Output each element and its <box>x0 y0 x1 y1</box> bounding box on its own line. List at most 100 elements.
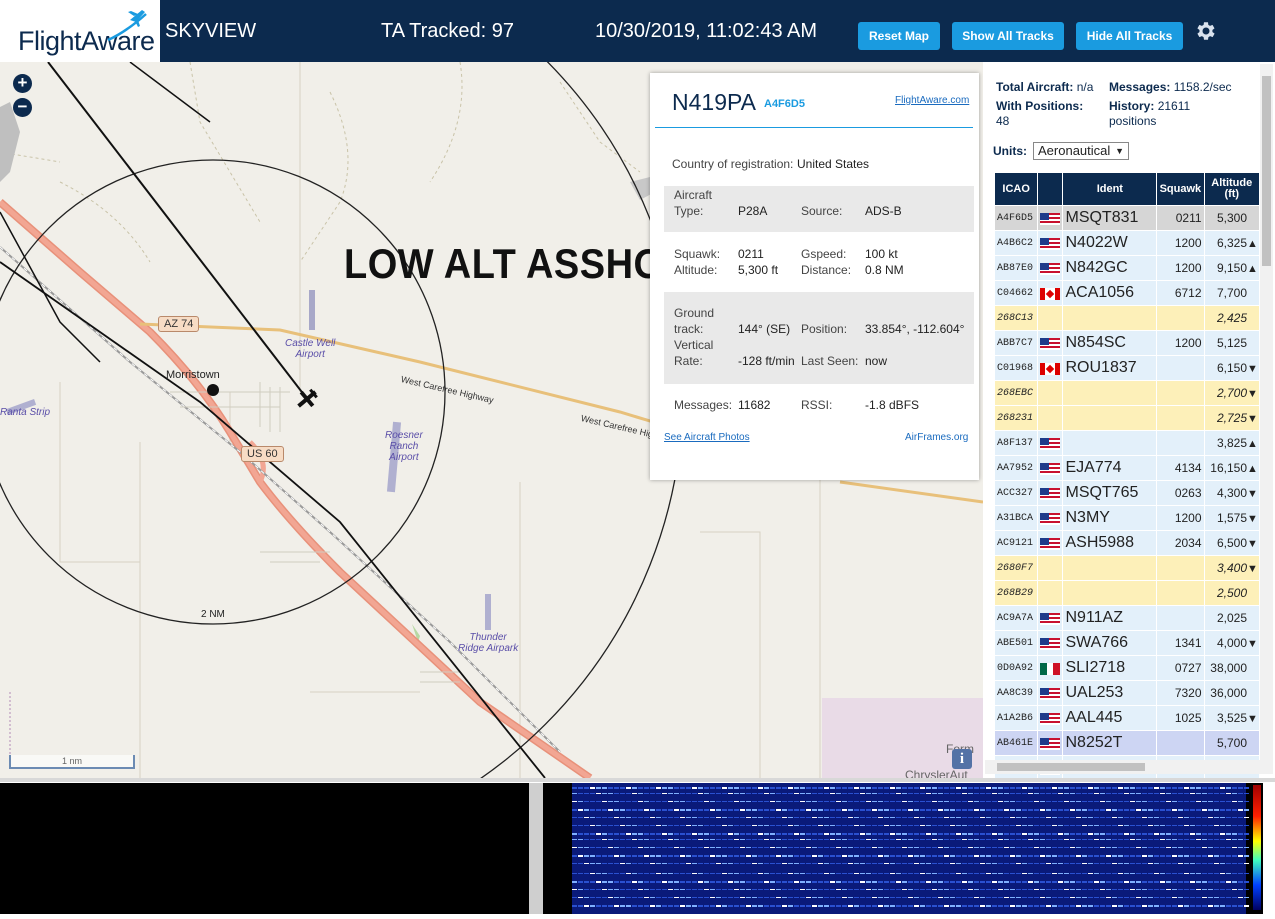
waterfall-streak <box>794 825 799 826</box>
waterfall-streak <box>824 833 829 835</box>
table-row[interactable]: ABE501 SWA766 1341 4,000▼ <box>995 631 1259 655</box>
chevron-down-icon: ▼ <box>1115 146 1124 156</box>
waterfall-streak <box>950 881 955 883</box>
waterfall-streak <box>1070 863 1075 864</box>
waterfall-streak <box>698 839 703 840</box>
panel-divider[interactable] <box>529 783 543 914</box>
table-row[interactable]: AA8C39 UAL253 7320 36,000 <box>995 681 1259 705</box>
waterfall-streak <box>1106 833 1111 835</box>
gear-icon[interactable] <box>1194 19 1218 43</box>
table-row[interactable]: A31BCA N3MY 1200 1,575▼ <box>995 506 1259 530</box>
table-row[interactable]: A1A2B6 AAL445 1025 3,525▼ <box>995 706 1259 730</box>
waterfall-streak <box>710 793 715 794</box>
table-row[interactable]: AC9121 ASH5988 2034 6,500▼ <box>995 531 1259 555</box>
column-header-icao[interactable]: ICAO <box>995 173 1038 205</box>
waterfall-streak <box>1232 817 1237 818</box>
aircraft-photos-link[interactable]: See Aircraft Photos <box>664 430 750 446</box>
waterfall-streak <box>866 787 871 789</box>
scrollbar-thumb[interactable] <box>997 763 1145 771</box>
waterfall-streak <box>752 889 757 890</box>
waterfall-streak <box>1106 847 1111 848</box>
waterfall-streak <box>608 863 613 864</box>
table-row[interactable]: 268EBC 2,700▼ <box>995 381 1259 405</box>
waterfall-streak <box>878 809 883 811</box>
column-header-ident[interactable]: Ident <box>1063 173 1157 205</box>
waterfall-streak <box>1094 863 1099 864</box>
waterfall-streak <box>1040 809 1045 811</box>
table-row[interactable]: 268B29 2,500 <box>995 581 1259 605</box>
flag-us-icon <box>1040 437 1061 450</box>
horizontal-scrollbar[interactable] <box>985 760 1260 774</box>
waterfall-streak <box>1124 855 1129 857</box>
waterfall-streak <box>1034 833 1039 835</box>
waterfall-streak <box>1100 863 1105 864</box>
table-row[interactable]: 268C13 2,425 <box>995 306 1259 330</box>
table-row[interactable]: AC9A7A N911AZ 2,025 <box>995 606 1259 630</box>
airport-label-line: Thunder <box>469 632 507 643</box>
waterfall-streak <box>998 809 1003 811</box>
zoom-in-button[interactable]: + <box>13 74 32 93</box>
waterfall-streak <box>1136 809 1141 811</box>
waterfall-streak <box>884 847 889 848</box>
waterfall-streak <box>998 847 1003 848</box>
table-row[interactable]: C04662 ACA1056 6712 7,700 <box>995 281 1259 305</box>
column-header-altitude[interactable]: Altitude (ft) <box>1204 173 1259 205</box>
zoom-out-button[interactable]: − <box>13 98 32 117</box>
waterfall-streak <box>1004 817 1009 818</box>
altitude-value: 16,150 <box>1210 461 1247 475</box>
waterfall-streak <box>1058 881 1063 883</box>
waterfall-streak <box>614 839 619 840</box>
info-icon[interactable]: i <box>952 749 972 769</box>
waterfall-streak <box>734 817 739 818</box>
scrollbar-thumb[interactable] <box>1262 76 1271 266</box>
waterfall-streak <box>740 847 745 848</box>
cell-squawk: 1200 <box>1157 256 1204 280</box>
waterfall-streak <box>1076 889 1081 890</box>
units-select[interactable]: Aeronautical ▼ <box>1033 142 1129 160</box>
waterfall-streak <box>908 825 913 826</box>
waterfall-streak <box>1184 863 1189 864</box>
airframes-link[interactable]: AirFrames.org <box>905 430 968 446</box>
waterfall-streak <box>572 889 577 890</box>
table-row[interactable]: AA7952 EJA774 4134 16,150▲ <box>995 456 1259 480</box>
table-row[interactable]: C01968 ROU1837 6,150▼ <box>995 356 1259 380</box>
waterfall-streak <box>1112 863 1117 864</box>
show-all-tracks-button[interactable]: Show All Tracks <box>952 22 1064 50</box>
waterfall-streak <box>1130 787 1135 789</box>
waterfall-streak <box>794 787 799 789</box>
waterfall-streak <box>680 833 685 835</box>
flightaware-link[interactable]: FlightAware.com <box>895 95 969 106</box>
hide-all-tracks-button[interactable]: Hide All Tracks <box>1076 22 1183 50</box>
table-row[interactable]: 268231 2,725▼ <box>995 406 1259 430</box>
table-row[interactable]: AB87E0 N842GC 1200 9,150▲ <box>995 256 1259 280</box>
column-header-squawk[interactable]: Squawk <box>1157 173 1204 205</box>
table-row[interactable]: 0D0A92 SLI2718 0727 38,000 <box>995 656 1259 680</box>
table-row[interactable]: 2680F7 3,400▼ <box>995 556 1259 580</box>
waterfall-streak <box>1136 787 1141 789</box>
table-row[interactable]: A4F6D5 MSQT831 0211 5,300 <box>995 206 1259 230</box>
table-row[interactable]: ACC327 MSQT765 0263 4,300▼ <box>995 481 1259 505</box>
vertical-scrollbar[interactable] <box>1260 64 1273 774</box>
column-header-flag[interactable] <box>1038 173 1063 205</box>
waterfall-streak <box>686 793 691 794</box>
waterfall-streak <box>1184 839 1189 840</box>
reset-map-button[interactable]: Reset Map <box>858 22 940 50</box>
waterfall-streak <box>1052 793 1057 794</box>
table-row[interactable]: A8F137 3,825▲ <box>995 431 1259 455</box>
cell-flag <box>1038 331 1063 355</box>
table-row[interactable]: ABB7C7 N854SC 1200 5,125 <box>995 331 1259 355</box>
table-row[interactable]: A4B6C2 N4022W 1200 6,325▲ <box>995 231 1259 255</box>
table-row[interactable]: AB461E N8252T 5,700 <box>995 731 1259 755</box>
cell-flag <box>1038 631 1063 655</box>
waterfall-streak <box>998 855 1003 857</box>
waterfall-streak <box>884 825 889 826</box>
flag-us-icon <box>1040 212 1061 225</box>
waterfall-streak <box>776 881 781 883</box>
waterfall-streak <box>818 801 823 802</box>
waterfall-streak <box>626 905 631 907</box>
waterfall-streak <box>860 787 865 789</box>
waterfall-streak <box>1052 889 1057 890</box>
waterfall-streak <box>884 817 889 818</box>
waterfall-streak <box>698 817 703 818</box>
flightaware-logo[interactable]: FlightAware <box>0 0 160 62</box>
